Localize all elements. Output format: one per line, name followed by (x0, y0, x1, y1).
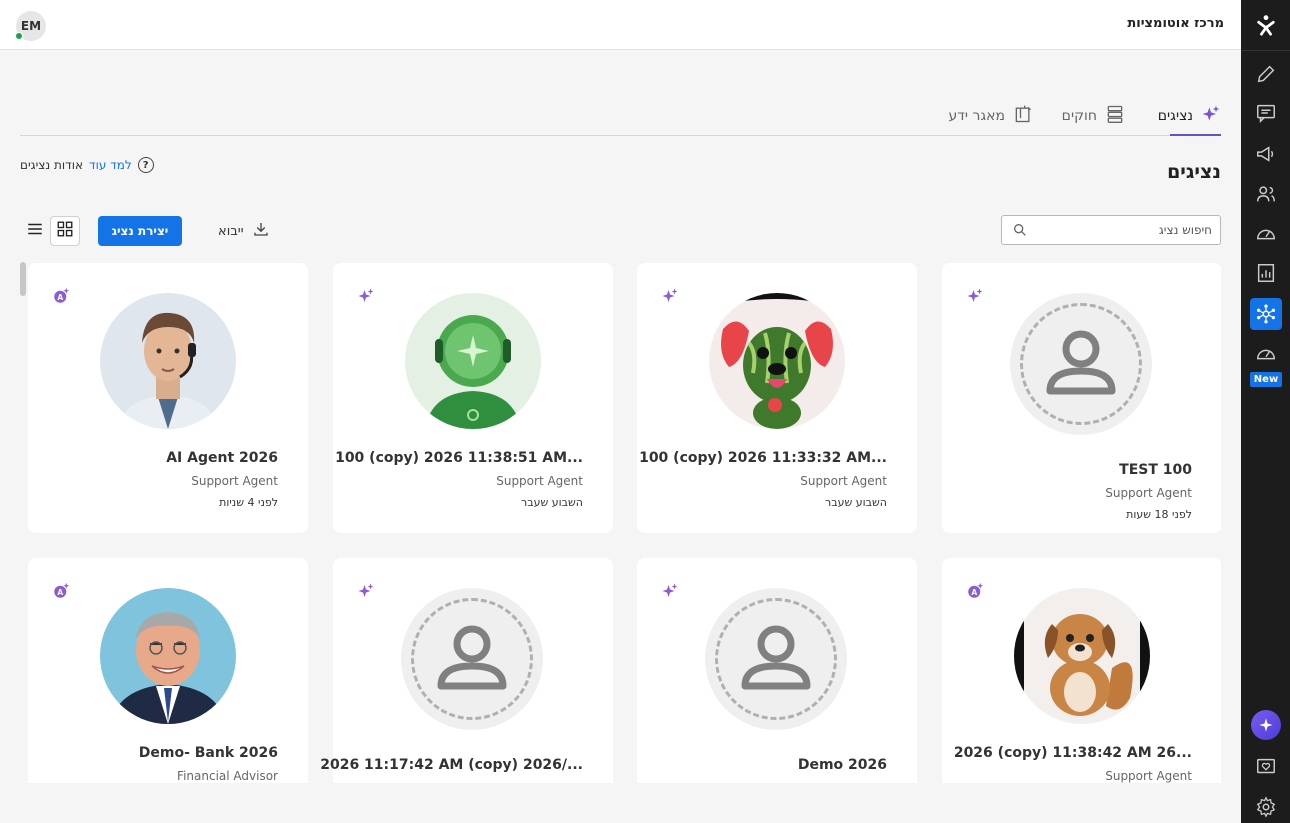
list-view-button[interactable] (20, 216, 50, 246)
settings-gear-icon[interactable] (1253, 794, 1279, 820)
create-agent-button[interactable]: יצירת נציג (98, 216, 182, 246)
user-silhouette-icon (741, 625, 811, 690)
agent-name: AI Agent 2026 (166, 450, 278, 466)
agents-grid: TEST 100 Support Agent לפני 18 שעות 100 … (28, 263, 1221, 783)
user-initials: EM (20, 19, 42, 33)
agent-name: 100 (copy) 2026 11:33:32 AM... (639, 450, 887, 466)
agent-name: Demo 2026 (797, 757, 887, 773)
agent-updated: השבוע שעבר (825, 496, 887, 509)
tab-knowledge-base[interactable]: מאגר ידע (948, 100, 1033, 132)
sparkle-icon (661, 582, 679, 600)
user-silhouette-icon (1046, 330, 1116, 395)
grid-view-icon (56, 220, 74, 242)
avatar-placeholder (401, 588, 543, 730)
online-status-dot (15, 32, 23, 40)
agent-updated: השבוע שעבר (521, 496, 583, 509)
agent-name: 2026 11:17:42 AM (copy) 2026/... (320, 757, 583, 773)
feedback-heart-icon[interactable] (1253, 754, 1279, 780)
grid-view-button[interactable] (50, 216, 80, 246)
agent-role: Support Agent (1105, 486, 1192, 500)
avatar-man-headset (100, 293, 236, 429)
sparkle-icon (357, 582, 375, 600)
agent-name: 100 (copy) 2026 11:38:51 AM... (335, 450, 583, 466)
tab-agents[interactable]: נציגים (1158, 100, 1221, 132)
active-tab-indicator (1170, 134, 1221, 136)
import-button[interactable]: ייבוא (218, 220, 270, 242)
avatar-watermelon-dog (709, 293, 845, 429)
agent-name: TEST 100 (1119, 462, 1192, 478)
tab-bar: נציגים חוקים מאגר ידע (20, 96, 1221, 136)
agent-name: Demo- Bank 2026 (138, 745, 278, 761)
view-toggle (20, 216, 80, 246)
agent-card[interactable]: 2026 11:17:42 AM (copy) 2026/... (320, 558, 613, 783)
avatar-placeholder (705, 588, 847, 730)
user-avatar[interactable]: EM (15, 11, 46, 41)
avatar-green-robot (405, 293, 541, 429)
agent-card[interactable]: A 2026 (copy) 11:38:42 AM 26... Support … (942, 558, 1221, 783)
sparkle-icon (357, 287, 375, 305)
agent-card[interactable]: 100 (copy) 2026 11:33:32 AM... Support A… (637, 263, 917, 533)
messages-icon[interactable] (1253, 100, 1279, 126)
ai-badge-icon: A (966, 582, 984, 600)
sparkle-icon (661, 287, 679, 305)
agent-updated: לפני 4 שניות (219, 496, 278, 509)
megaphone-icon[interactable] (1253, 141, 1279, 167)
svg-text:A: A (57, 293, 63, 302)
dashboard-icon[interactable] (1253, 341, 1279, 367)
pencil-icon[interactable] (1253, 61, 1279, 87)
ai-badge-icon: A (52, 287, 70, 305)
brand-logo-icon[interactable] (1253, 12, 1279, 38)
agent-role: Financial Advisor (177, 769, 278, 783)
list-view-icon (26, 220, 44, 242)
page-title: נציגים (1167, 161, 1221, 183)
agent-role: Support Agent (191, 474, 278, 488)
agent-role: Support Agent (800, 474, 887, 488)
agent-card[interactable]: 100 (copy) 2026 11:38:51 AM... Support A… (333, 263, 613, 533)
sparkle-icon (966, 287, 984, 305)
scrollbar-thumb[interactable] (20, 262, 26, 296)
avatar-puppy (1014, 588, 1150, 724)
agent-updated: לפני 18 שעות (1126, 508, 1192, 521)
app-title: מרכז אוטומציות (1127, 16, 1224, 31)
side-rail: New (1241, 0, 1290, 823)
agent-role: Support Agent (1105, 769, 1192, 783)
avatar-businessman (100, 588, 236, 724)
agent-card[interactable]: A Demo- Bank 2026 Financial Advisor (28, 558, 308, 783)
agent-role: Support Agent (496, 474, 583, 488)
new-badge: New (1250, 372, 1282, 387)
knowledge-base-icon (1013, 104, 1033, 128)
users-icon[interactable] (1253, 181, 1279, 207)
search-icon (1012, 222, 1028, 238)
agent-name: 2026 (copy) 11:38:42 AM 26... (953, 745, 1192, 761)
svg-text:A: A (57, 588, 63, 597)
agent-card[interactable]: Demo 2026 (637, 558, 917, 783)
ai-badge-icon: A (52, 582, 70, 600)
sparkle-icon (1201, 104, 1221, 128)
tab-rules[interactable]: חוקים (1062, 100, 1125, 132)
reports-icon[interactable] (1253, 260, 1279, 286)
search-box[interactable] (1001, 215, 1221, 245)
search-input[interactable] (1034, 216, 1212, 244)
help-question-icon[interactable]: ? (137, 157, 154, 173)
top-header: מרכז אוטומציות EM (0, 0, 1241, 50)
speedometer-icon[interactable] (1253, 221, 1279, 247)
learn-more-row: ? למד עוד אודות נציגים (20, 157, 154, 173)
avatar-placeholder (1010, 293, 1152, 435)
rules-icon (1105, 104, 1125, 128)
automation-hub-icon[interactable] (1250, 298, 1282, 330)
ai-assistant-button[interactable] (1251, 710, 1281, 740)
agent-card[interactable]: A AI Agent 2026 Support Agent לפני 4 שני… (28, 263, 308, 533)
download-icon (252, 220, 270, 242)
agent-card[interactable]: TEST 100 Support Agent לפני 18 שעות (942, 263, 1221, 533)
user-silhouette-icon (437, 625, 507, 690)
learn-more-text: אודות נציגים (20, 158, 84, 172)
svg-text:A: A (971, 588, 977, 597)
learn-more-link[interactable]: למד עוד (89, 158, 132, 172)
